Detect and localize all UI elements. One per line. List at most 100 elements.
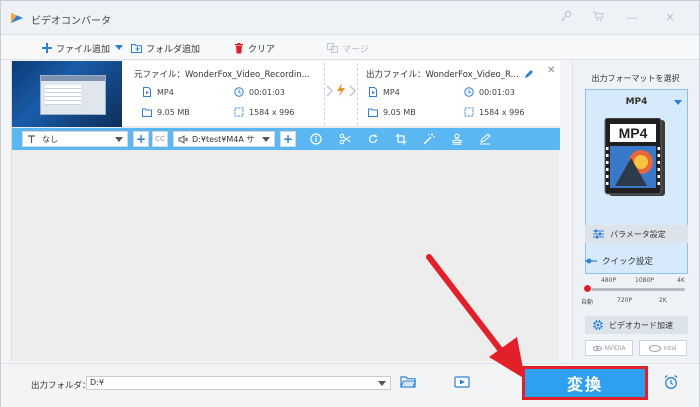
source-size-text: 9.05 MB: [157, 107, 190, 117]
merge-label: マージ: [342, 44, 369, 55]
output-folder-input[interactable]: D:¥: [86, 376, 391, 390]
source-duration-text: 00:01:03: [249, 87, 285, 97]
quality-slider-track[interactable]: [587, 288, 685, 291]
chevron-down-icon: [674, 100, 682, 105]
task-list-area: 元ファイル：WonderFox_Video_Recordin... MP4 00…: [11, 61, 560, 361]
output-format-panel: 出力フォーマットを選択 MP4 MP4 パラメータ設定 クイック設定 480P …: [572, 61, 699, 361]
open-output-folder-icon[interactable]: [454, 375, 470, 389]
add-folder-button[interactable]: フォルダ追加: [131, 41, 200, 55]
source-file-info: 元ファイル：WonderFox_Video_Recordin... MP4 00…: [134, 61, 320, 127]
close-window-icon[interactable]: ✕: [661, 10, 679, 26]
subtitle-select[interactable]: なし: [22, 131, 128, 147]
chevron-down-icon: [262, 137, 270, 142]
video-thumbnail[interactable]: [12, 61, 122, 127]
add-file-button[interactable]: ファイル追加: [41, 41, 110, 55]
source-format-text: MP4: [157, 87, 174, 97]
output-size-text: 9.05 MB: [383, 107, 416, 117]
edit-filename-icon[interactable]: [524, 69, 534, 79]
closed-caption-icon[interactable]: CC: [152, 131, 168, 147]
gpu-acceleration-button[interactable]: ビデオカード加速: [585, 316, 688, 334]
subtitle-select-value: なし: [42, 134, 58, 144]
clock-icon: [234, 87, 244, 97]
effects-wand-icon[interactable]: [422, 132, 436, 146]
quality-auto-label: 自動: [581, 299, 594, 306]
intel-toggle[interactable]: intel: [639, 340, 687, 356]
window-title: ビデオコンバータ: [31, 16, 111, 27]
quality-2k-label: 2K: [659, 297, 667, 304]
source-label: 元ファイル：: [134, 70, 186, 80]
convert-button[interactable]: 変換: [522, 366, 648, 400]
quality-slider-knob[interactable]: [583, 284, 592, 293]
edit-subtitle-icon[interactable]: [478, 132, 492, 146]
folder-add-icon: [131, 43, 142, 54]
minimize-icon[interactable]: —: [623, 10, 641, 26]
info-icon[interactable]: [309, 132, 323, 146]
output-format: MP4: [368, 87, 400, 97]
nvidia-toggle[interactable]: NVIDIA: [585, 340, 633, 356]
mp4-format-icon: MP4: [604, 118, 665, 196]
folder-size-icon: [368, 107, 378, 117]
audio-track-select[interactable]: D:¥test¥M4A サ: [173, 131, 275, 147]
chip-icon: [593, 320, 603, 330]
toolbar: ファイル追加 フォルダ追加 クリア マージ: [1, 36, 699, 60]
rotate-icon[interactable]: [366, 132, 380, 146]
output-duration: 00:01:03: [464, 87, 515, 97]
trash-icon: [233, 42, 244, 54]
add-folder-label: フォルダ追加: [146, 44, 201, 55]
scissors-icon[interactable]: [338, 132, 352, 146]
quality-4k-label: 4K: [677, 277, 685, 284]
remove-task-icon[interactable]: ✕: [547, 65, 555, 76]
watermark-stamp-icon[interactable]: [450, 132, 464, 146]
source-format: MP4: [142, 87, 174, 97]
add-file-dropdown[interactable]: [115, 41, 123, 55]
resolution-icon: [464, 107, 474, 117]
add-audio-button[interactable]: +: [280, 131, 296, 147]
crop-icon[interactable]: [394, 132, 408, 146]
source-duration: 00:01:03: [234, 87, 285, 97]
folder-size-icon: [142, 107, 152, 117]
add-file-label: ファイル追加: [56, 44, 111, 55]
source-filename-text: WonderFox_Video_Recordin...: [185, 70, 310, 80]
output-format-selector[interactable]: MP4 MP4: [585, 89, 688, 274]
output-size: 9.05 MB: [368, 107, 416, 117]
quality-480p-label: 480P: [601, 277, 617, 284]
clock-icon: [464, 87, 474, 97]
title-bar: ビデオコンバータ — ✕: [1, 1, 699, 35]
output-folder-value: D:¥: [90, 378, 104, 387]
chevron-right-icon: [349, 85, 356, 97]
sliders-icon: [593, 229, 604, 239]
nvidia-label: NVIDIA: [604, 344, 626, 352]
merge-button[interactable]: マージ: [327, 41, 369, 55]
alarm-clock-icon[interactable]: [663, 374, 679, 390]
app-window: ビデオコンバータ — ✕ ファイル追加 フォルダ追加 クリア マージ 元ファイル…: [0, 0, 700, 407]
output-file-info: 出力ファイル：WonderFox_Video_R... MP4 00:01:03…: [366, 61, 550, 127]
chevron-right-icon: [326, 85, 333, 97]
parameter-settings-button[interactable]: パラメータ設定: [585, 225, 688, 243]
output-format-label: MP4: [625, 97, 648, 107]
nvidia-logo-icon: [592, 345, 603, 351]
merge-icon: [327, 43, 338, 54]
intel-logo-icon: [649, 344, 662, 352]
output-label: 出力ファイル：: [366, 70, 426, 80]
plus-icon: [41, 43, 52, 54]
conversion-divider: [324, 63, 358, 125]
browse-folder-icon[interactable]: [400, 375, 416, 389]
add-subtitle-button[interactable]: +: [133, 131, 149, 147]
clear-button[interactable]: クリア: [233, 41, 275, 55]
chevron-down-icon: [115, 45, 123, 50]
source-filename: 元ファイル：WonderFox_Video_Recordin...: [134, 68, 324, 80]
file-format-icon: [368, 87, 378, 97]
bottom-bar: 出力フォルダ： D:¥ 変換: [1, 363, 699, 407]
key-icon[interactable]: [557, 10, 575, 26]
cart-icon[interactable]: [589, 10, 607, 26]
clear-label: クリア: [248, 44, 276, 55]
task-row[interactable]: 元ファイル：WonderFox_Video_Recordin... MP4 00…: [12, 61, 560, 127]
quick-settings-label: クイック設定: [602, 257, 654, 267]
quality-1080p-label: 1080P: [635, 277, 654, 284]
output-format-title: 出力フォーマットを選択: [591, 74, 680, 83]
source-resolution: 1584 x 996: [234, 107, 294, 117]
output-folder-label: 出力フォルダ：: [31, 381, 91, 391]
file-format-icon: [142, 87, 152, 97]
gpu-acceleration-label: ビデオカード加速: [609, 320, 673, 330]
speaker-icon: [178, 134, 188, 144]
